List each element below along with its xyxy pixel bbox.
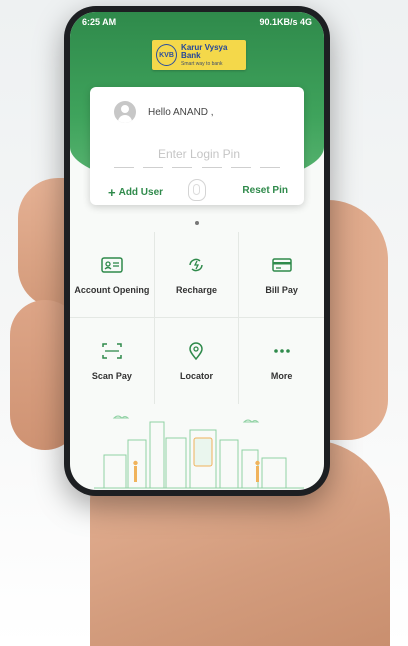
greeting: Hello ANAND , <box>148 107 214 118</box>
phone-frame: 6:25 AM 90.1KB/s 4G KVB Karur Vysya Bank… <box>64 6 330 496</box>
status-bar: 6:25 AM 90.1KB/s 4G <box>70 12 324 32</box>
tile-label: Account Opening <box>74 284 150 295</box>
fingerprint-icon[interactable] <box>188 179 206 201</box>
city-illustration <box>94 415 304 489</box>
bank-logo: KVB Karur Vysya Bank Smart way to bank <box>152 40 246 70</box>
locator-tile[interactable]: Locator <box>155 318 240 404</box>
tile-label: Recharge <box>175 284 217 295</box>
more-icon <box>273 349 290 353</box>
recharge-icon <box>189 258 204 271</box>
status-network: 90.1KB/s 4G <box>259 17 312 27</box>
login-pin-input[interactable] <box>114 143 284 165</box>
bill-pay-tile[interactable]: Bill Pay <box>239 232 324 318</box>
bank-tagline: Smart way to bank <box>181 60 223 67</box>
app-screen: 6:25 AM 90.1KB/s 4G KVB Karur Vysya Bank… <box>70 12 324 490</box>
pin-underlines <box>114 167 280 169</box>
add-user-label: Add User <box>118 187 164 198</box>
bank-name: Karur Vysya Bank <box>181 42 228 60</box>
account-opening-tile[interactable]: Account Opening <box>70 232 155 318</box>
reset-pin-button[interactable]: Reset Pin <box>242 185 288 196</box>
scan-pay-tile[interactable]: Scan Pay <box>70 318 155 404</box>
location-pin-icon <box>189 342 204 361</box>
page-indicator-dot <box>195 221 199 225</box>
tile-label: Bill Pay <box>265 284 298 295</box>
tile-label: More <box>270 371 293 381</box>
status-time: 6:25 AM <box>82 17 117 27</box>
quick-actions-grid: Account Opening Recharge Bill Pay Scan P… <box>70 232 324 404</box>
plus-icon: + <box>108 185 116 200</box>
id-card-icon <box>101 256 123 273</box>
add-user-button[interactable]: + Add User <box>108 185 163 200</box>
kvb-logo-mark: KVB <box>156 44 178 66</box>
tile-label: Scan Pay <box>91 371 132 381</box>
avatar <box>114 101 136 123</box>
tile-label: Locator <box>179 371 213 381</box>
login-card: Hello ANAND , + Add User Reset Pin <box>90 87 304 205</box>
recharge-tile[interactable]: Recharge <box>154 232 240 318</box>
more-tile[interactable]: More <box>239 318 324 404</box>
scan-icon <box>102 343 122 359</box>
card-icon <box>271 257 292 272</box>
